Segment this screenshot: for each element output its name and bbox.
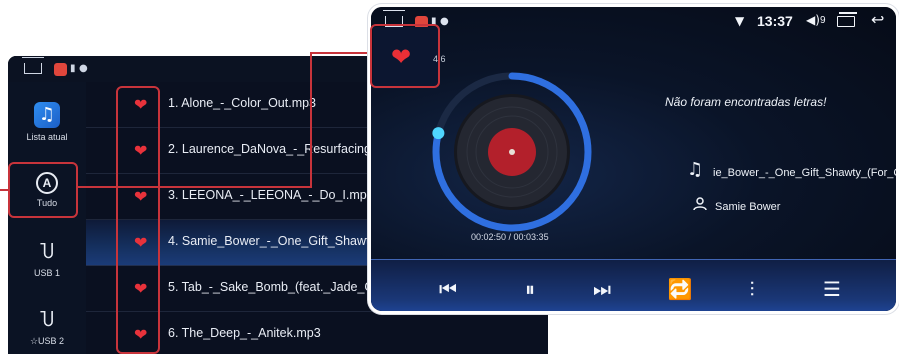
connector-line [78, 186, 312, 188]
repeat-icon[interactable]: 🔁 [665, 278, 695, 300]
track-name: 5. Tab_-_Sake_Bomb_(feat._Jade_Gri [168, 280, 382, 294]
settings-status-icon: ● [79, 63, 88, 74]
wifi-icon: ▼ [735, 14, 745, 28]
track-name: 6. The_Deep_-_Anitek.mp3 [168, 326, 321, 340]
sidebar-item-usb2[interactable]: Ⴎ ☆USB 2 [8, 310, 86, 347]
connector-line [310, 52, 374, 54]
sidebar-item-usb1[interactable]: Ⴎ USB 1 [8, 242, 86, 278]
sidebar-item-current-list[interactable]: ♫ Lista atual [8, 102, 86, 142]
music-note-icon: ♫ [687, 159, 704, 180]
track-name: 3. LEEONA_-_LEEONA_-_Do_I.mp3 [168, 188, 374, 202]
playback-time: 00:02:50 / 00:03:35 [471, 232, 549, 242]
volume-level: 9 [820, 15, 826, 26]
sidebar-item-label: ☆USB 2 [29, 336, 65, 346]
progress-ring[interactable] [427, 67, 597, 237]
app-notification-icon [54, 63, 67, 76]
sidebar-item-label: USB 1 [33, 268, 60, 278]
connector-line [0, 189, 8, 191]
window-switch-icon[interactable] [837, 12, 857, 27]
music-note-icon: ♫ [34, 102, 60, 128]
pause-icon[interactable]: ⏸ [515, 278, 545, 300]
favorite-highlight [370, 24, 440, 88]
sidebar-item-label: Lista atual [26, 132, 68, 142]
hearts-column-highlight [116, 86, 160, 354]
connector-line [310, 52, 312, 188]
usb-icon: Ⴎ [39, 242, 55, 263]
album-disc [427, 67, 597, 237]
back-arrow-icon[interactable]: ↩ [871, 10, 884, 29]
previous-icon[interactable]: ⏮ [433, 278, 463, 300]
progress-knob[interactable] [432, 127, 445, 140]
all-tab-highlight [8, 162, 78, 218]
usb-icon: Ⴎ [39, 310, 55, 331]
equalizer-icon[interactable]: ⫶ [737, 278, 767, 300]
status-bar: ▮ ● ▼ 13:37 ◀) 9 ↩ [371, 7, 896, 35]
track-name: 1. Alone_-_Color_Out.mp3 [168, 96, 317, 110]
usb-status-icon: ▮ [70, 63, 76, 74]
volume-icon[interactable]: ◀) [806, 13, 820, 27]
track-name: 4. Samie_Bower_-_One_Gift_Shawty_ [168, 234, 383, 248]
playback-controls: ⏮ ⏸ ⏭ 🔁 ⫶ ☰ [371, 259, 896, 311]
playlist-icon[interactable]: ☰ [817, 278, 847, 300]
next-icon[interactable]: ⏭ [587, 278, 617, 300]
artist-name: Samie Bower [715, 201, 781, 213]
person-icon [693, 197, 707, 211]
lyrics-message: Não foram encontradas letras! [665, 95, 827, 109]
sidebar: ♫ Lista atual A Tudo Ⴎ USB 1 Ⴎ ☆USB 2 [8, 82, 86, 354]
settings-status-icon: ● [440, 16, 449, 27]
song-title: ie_Bower_-_One_Gift_Shawty_(For_Ch [713, 167, 899, 179]
clock: 13:37 [757, 13, 793, 29]
player-screen: ▮ ● ▼ 13:37 ◀) 9 ↩ ❤ 4:6 00:02:50 / 00:0… [368, 4, 899, 314]
home-icon[interactable] [22, 57, 44, 74]
track-name: 2. Laurence_DaNova_-_Resurfacing.m [168, 142, 385, 156]
